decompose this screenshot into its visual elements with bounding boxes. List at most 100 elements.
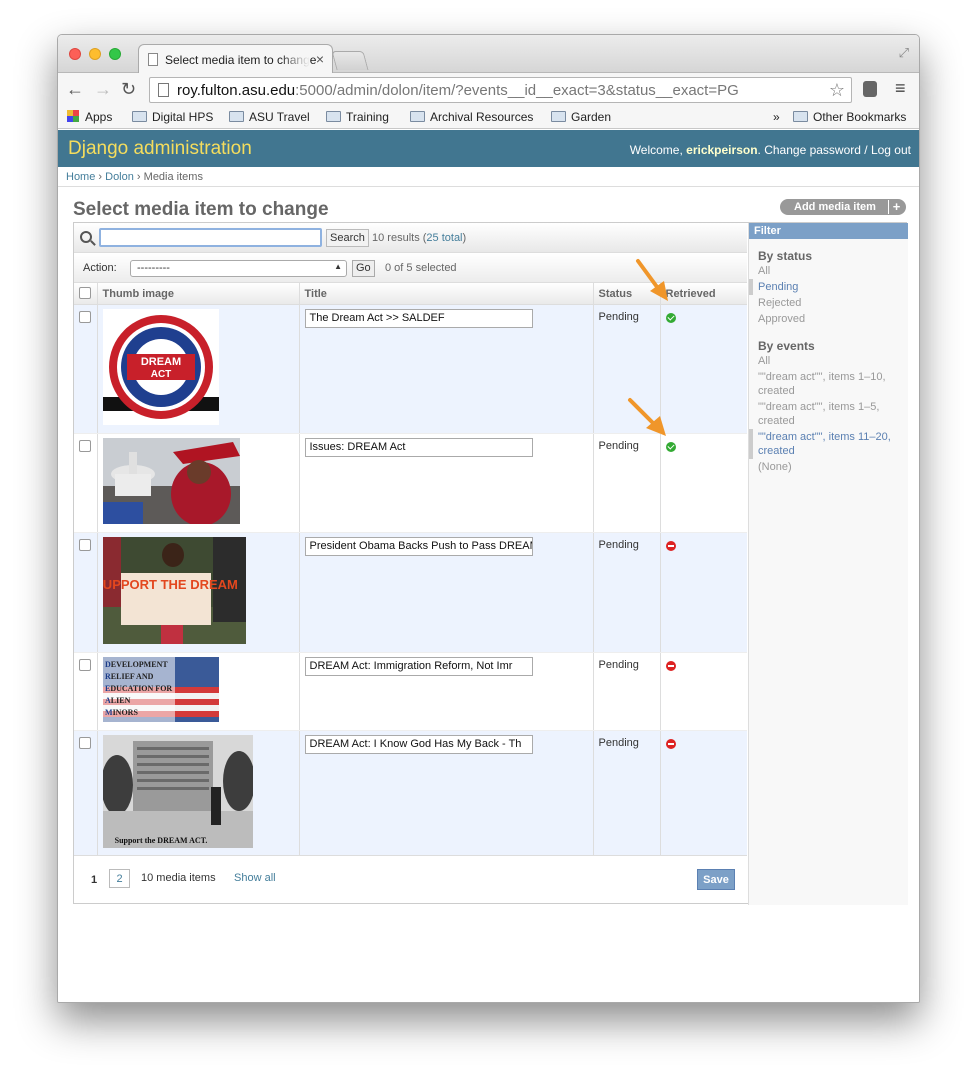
filter-event-all[interactable]: All	[749, 353, 908, 369]
back-icon[interactable]: ←	[66, 79, 84, 100]
table-row: Support the DREAM ACT. DREAM Act: I Know…	[74, 730, 747, 857]
title-bar: Select media item to change × ⤢	[58, 35, 919, 74]
filter-event-1-5[interactable]: ""dream act"", items 1–5, created	[749, 399, 908, 429]
close-tab-icon[interactable]: ×	[316, 51, 324, 67]
bookmark-training[interactable]: Training	[326, 110, 389, 124]
thumbnail-image[interactable]: Support the DREAM ACT.	[102, 735, 253, 848]
change-password-link[interactable]: Change password	[764, 143, 861, 157]
row-checkbox[interactable]	[79, 311, 91, 323]
thumb-caption: Support the DREAM ACT.	[114, 836, 207, 845]
close-window-button[interactable]	[69, 48, 81, 60]
svg-text:DEVELOPMENT: DEVELOPMENT	[105, 660, 168, 669]
selection-count: 0 of 5 selected	[385, 262, 457, 274]
svg-text:ALIEN: ALIEN	[105, 696, 131, 705]
url-path: :5000/admin/dolon/item/?events__id__exac…	[295, 82, 739, 99]
result-count: 10 results (25 total)	[372, 232, 467, 244]
row-checkbox[interactable]	[79, 737, 91, 749]
action-select[interactable]: --------- ▲	[130, 260, 347, 277]
results-table: Thumb image Title Status Retrieved DREAM…	[74, 283, 747, 857]
thumbnail-image[interactable]: DEVELOPMENT RELIEF AND EDUCATION FOR ALI…	[102, 657, 219, 722]
title-input[interactable]: Issues: DREAM Act	[304, 438, 533, 457]
row-checkbox[interactable]	[79, 440, 91, 452]
add-media-item-button[interactable]: Add media item +	[780, 199, 906, 215]
page-icon	[148, 53, 158, 66]
thumbnail-image[interactable]	[102, 438, 240, 524]
row-checkbox[interactable]	[79, 659, 91, 671]
status-value: Pending	[598, 737, 639, 749]
filter-by-status-title: By status	[758, 249, 813, 263]
filter-event-1-10[interactable]: ""dream act"", items 1–10, created	[749, 369, 908, 399]
table-row: DEVELOPMENT RELIEF AND EDUCATION FOR ALI…	[74, 652, 747, 731]
zoom-window-button[interactable]	[109, 48, 121, 60]
breadcrumb-dolon[interactable]: Dolon	[105, 171, 134, 183]
select-arrows-icon: ▲	[334, 262, 342, 271]
table-row: SUPPORT THE DREAM President Obama Backs …	[74, 532, 747, 653]
folder-icon	[793, 111, 808, 122]
retrieved-no-icon	[665, 661, 676, 671]
svg-text:EDUCATION FOR: EDUCATION FOR	[105, 684, 172, 693]
go-button[interactable]: Go	[352, 260, 375, 277]
filter-event-none[interactable]: (None)	[749, 459, 908, 475]
extension-icon[interactable]	[863, 81, 877, 97]
new-tab-button[interactable]	[331, 51, 369, 70]
title-input[interactable]: DREAM Act: I Know God Has My Back - Th	[304, 735, 533, 754]
folder-icon	[551, 111, 566, 122]
thumb-text-act: ACT	[150, 369, 171, 380]
filter-panel: Filter By status All Pending Rejected Ap…	[748, 223, 908, 905]
filter-status-pending[interactable]: Pending	[749, 279, 908, 295]
minimize-window-button[interactable]	[89, 48, 101, 60]
title-input[interactable]: President Obama Backs Push to Pass DREAM	[304, 537, 533, 556]
bookmarks-overflow[interactable]: »	[773, 110, 780, 124]
reload-icon[interactable]: ↻	[121, 79, 136, 100]
page-2-link[interactable]: 2	[109, 869, 130, 888]
folder-icon	[132, 111, 147, 122]
breadcrumb-current: Media items	[143, 171, 203, 183]
bookmark-digital-hps[interactable]: Digital HPS	[132, 110, 213, 124]
breadcrumb-home[interactable]: Home	[66, 171, 95, 183]
bookmark-apps[interactable]: Apps	[67, 110, 112, 124]
browser-toolbar: ← → ↻ roy.fulton.asu.edu:5000/admin/dolo…	[58, 73, 919, 107]
apps-icon	[67, 110, 79, 122]
annotation-arrow	[636, 259, 668, 301]
search-input[interactable]	[99, 228, 322, 247]
title-input[interactable]: The Dream Act >> SALDEF	[304, 309, 533, 328]
filter-status-approved[interactable]: Approved	[749, 311, 908, 327]
menu-icon[interactable]: ≡	[895, 78, 906, 99]
thumbnail-image[interactable]: SUPPORT THE DREAM	[102, 537, 246, 644]
filter-event-11-20[interactable]: ""dream act"", items 11–20, created	[749, 429, 908, 459]
browser-tab[interactable]: Select media item to change ×	[138, 44, 333, 74]
bookmarks-bar: Apps Digital HPS ASU Travel Training Arc…	[58, 107, 919, 129]
bookmark-other[interactable]: Other Bookmarks	[793, 110, 906, 124]
bookmark-star-icon[interactable]: ☆	[829, 80, 845, 101]
select-all-checkbox[interactable]	[79, 287, 91, 299]
thumbnail-image[interactable]: DREAM ACT	[102, 309, 219, 425]
col-thumb-image[interactable]: Thumb image	[96, 283, 299, 305]
folder-icon	[326, 111, 341, 122]
title-input[interactable]: DREAM Act: Immigration Reform, Not Imr	[304, 657, 533, 676]
save-button[interactable]: Save	[697, 869, 735, 890]
logout-link[interactable]: Log out	[871, 143, 911, 157]
retrieved-no-icon	[665, 541, 676, 551]
search-button[interactable]: Search	[326, 229, 369, 247]
paginator: 1 2 10 media items Show all Save	[74, 855, 747, 903]
item-count: 10 media items	[141, 872, 216, 884]
col-title[interactable]: Title	[298, 283, 593, 305]
status-value: Pending	[598, 539, 639, 551]
address-bar[interactable]: roy.fulton.asu.edu:5000/admin/dolon/item…	[149, 77, 852, 103]
bookmark-garden[interactable]: Garden	[551, 110, 611, 124]
row-checkbox[interactable]	[79, 539, 91, 551]
bookmark-asu-travel[interactable]: ASU Travel	[229, 110, 310, 124]
plus-icon: +	[888, 200, 904, 214]
forward-icon[interactable]: →	[94, 79, 112, 100]
filter-by-events-title: By events	[758, 339, 815, 353]
action-label: Action:	[83, 262, 117, 274]
filter-status-all[interactable]: All	[749, 263, 908, 279]
bookmark-archival-resources[interactable]: Archival Resources	[410, 110, 533, 124]
total-link[interactable]: 25 total	[426, 232, 462, 244]
show-all-link[interactable]: Show all	[234, 872, 276, 884]
site-brand[interactable]: Django administration	[68, 138, 252, 160]
filter-status-rejected[interactable]: Rejected	[749, 295, 908, 311]
fullscreen-icon[interactable]: ⤢	[899, 45, 909, 61]
page-content: Django administration Welcome, erickpeir…	[58, 130, 919, 1002]
status-value: Pending	[598, 311, 639, 323]
